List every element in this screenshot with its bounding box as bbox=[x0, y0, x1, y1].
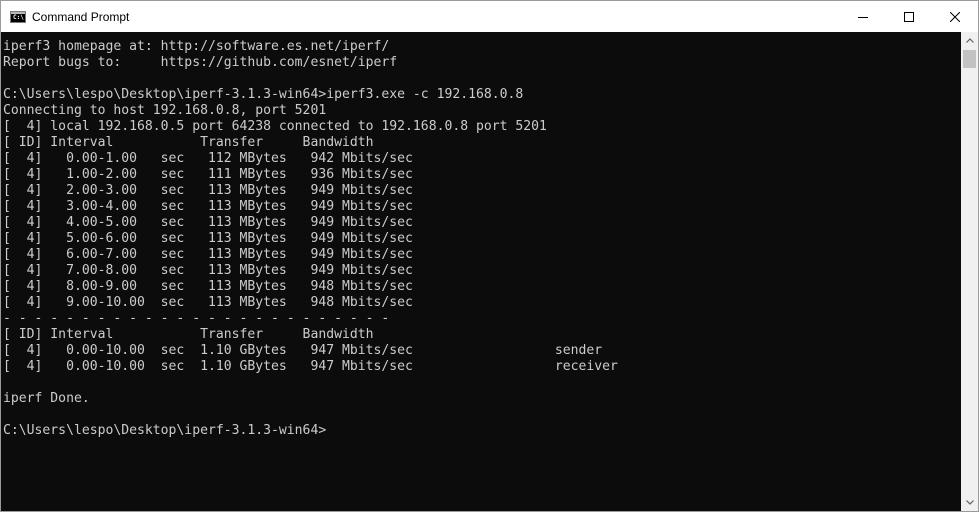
console-line: [ 4] 9.00-10.00 sec 113 MBytes 948 Mbits… bbox=[3, 295, 413, 310]
console-text: iperf3 homepage at: http://software.es.n… bbox=[1, 32, 962, 439]
scroll-up-arrow-icon bbox=[965, 38, 974, 43]
console-line: Report bugs to: https://github.com/esnet… bbox=[3, 55, 398, 70]
console-line: [ 4] 0.00-10.00 sec 1.10 GBytes 947 Mbit… bbox=[3, 359, 618, 374]
maximize-icon bbox=[904, 11, 914, 22]
console-line: [ 4] 1.00-2.00 sec 111 MBytes 936 Mbits/… bbox=[3, 167, 413, 182]
console-line: Connecting to host 192.168.0.8, port 520… bbox=[3, 103, 327, 118]
console-line: [ ID] Interval Transfer Bandwidth bbox=[3, 327, 374, 342]
window-title: Command Prompt bbox=[32, 9, 130, 24]
console-output-area[interactable]: iperf3 homepage at: http://software.es.n… bbox=[1, 32, 962, 511]
console-line: C:\Users\lespo\Desktop\iperf-3.1.3-win64… bbox=[3, 87, 524, 102]
minimize-icon bbox=[858, 16, 868, 18]
console-line: iperf3 homepage at: http://software.es.n… bbox=[3, 39, 390, 54]
console-line: [ 4] 0.00-10.00 sec 1.10 GBytes 947 Mbit… bbox=[3, 343, 603, 358]
title-bar[interactable]: C:\ Command Prompt bbox=[1, 1, 978, 32]
command-prompt-window: C:\ Command Prompt iperf3 homepage at: h… bbox=[0, 0, 979, 512]
console-line: C:\Users\lespo\Desktop\iperf-3.1.3-win64… bbox=[3, 423, 327, 438]
cmd-icon-glyph: C:\ bbox=[13, 13, 24, 21]
console-line: [ 4] 8.00-9.00 sec 113 MBytes 948 Mbits/… bbox=[3, 279, 413, 294]
console-line: [ 4] 0.00-1.00 sec 112 MBytes 942 Mbits/… bbox=[3, 151, 413, 166]
cmd-console-icon[interactable]: C:\ bbox=[10, 10, 26, 23]
window-controls bbox=[840, 1, 978, 32]
scroll-down-button[interactable] bbox=[961, 494, 978, 511]
close-button[interactable] bbox=[932, 1, 978, 32]
console-line: [ 4] 5.00-6.00 sec 113 MBytes 949 Mbits/… bbox=[3, 231, 413, 246]
console-line: [ 4] local 192.168.0.5 port 64238 connec… bbox=[3, 119, 547, 134]
close-icon bbox=[950, 11, 960, 22]
console-line: iperf Done. bbox=[3, 391, 90, 406]
console-line: - - - - - - - - - - - - - - - - - - - - … bbox=[3, 311, 390, 326]
vertical-scrollbar[interactable] bbox=[961, 32, 978, 511]
scrollbar-thumb[interactable] bbox=[963, 50, 976, 68]
console-line: [ 4] 4.00-5.00 sec 113 MBytes 949 Mbits/… bbox=[3, 215, 413, 230]
minimize-button[interactable] bbox=[840, 1, 886, 32]
console-line: [ 4] 2.00-3.00 sec 113 MBytes 949 Mbits/… bbox=[3, 183, 413, 198]
maximize-button[interactable] bbox=[886, 1, 932, 32]
console-line: [ 4] 3.00-4.00 sec 113 MBytes 949 Mbits/… bbox=[3, 199, 413, 214]
console-line: [ 4] 7.00-8.00 sec 113 MBytes 949 Mbits/… bbox=[3, 263, 413, 278]
scroll-up-button[interactable] bbox=[961, 32, 978, 49]
scroll-down-arrow-icon bbox=[965, 500, 974, 505]
console-line: [ ID] Interval Transfer Bandwidth bbox=[3, 135, 374, 150]
console-line: [ 4] 6.00-7.00 sec 113 MBytes 949 Mbits/… bbox=[3, 247, 413, 262]
